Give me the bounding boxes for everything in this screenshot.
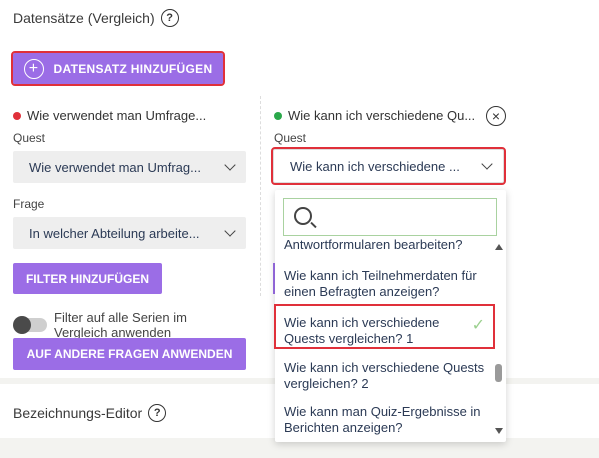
search-icon (294, 207, 312, 225)
apply-other-questions-button[interactable]: AUF ANDERE FRAGEN ANWENDEN (13, 338, 246, 370)
chevron-down-icon (224, 159, 236, 171)
quest-label-right: Quest (274, 131, 307, 145)
column-divider (260, 96, 261, 296)
label-editor-title-text: Bezeichnungs-Editor (13, 405, 143, 421)
label-editor-title: Bezeichnungs-Editor ? (13, 404, 167, 422)
section-title: Datensätze (Vergleich) ? (13, 9, 179, 27)
check-icon: ✓ (471, 317, 485, 334)
apply-filter-toggle[interactable] (13, 316, 47, 334)
series-right-title: Wie kann ich verschiedene Qu... (288, 108, 476, 123)
dropdown-item[interactable]: Wie kann man Quiz-Ergebnisse in Berichte… (284, 404, 489, 436)
apply-filter-toggle-label: Filter auf alle Serien im Vergleich anwe… (54, 310, 187, 340)
quest-select-right[interactable]: Wie kann ich verschiedene ... (271, 147, 506, 185)
add-filter-button[interactable]: FILTER HINZUFÜGEN (13, 263, 162, 294)
dropdown-item[interactable]: Wie kann ich Teilnehmerdaten für einen B… (284, 268, 489, 300)
dropdown-item[interactable]: Antwortformularen bearbeiten? (284, 237, 489, 253)
quest-select-left-value: Wie verwendet man Umfrag... (29, 159, 201, 175)
scroll-up-icon[interactable] (495, 244, 503, 250)
help-icon[interactable]: ? (160, 9, 179, 27)
quest-label-left: Quest (13, 131, 46, 145)
add-dataset-button[interactable]: + DATENSATZ HINZUFÜGEN (11, 51, 225, 86)
series-left-header: Wie verwendet man Umfrage... (13, 108, 206, 123)
plus-circle-icon: + (23, 58, 44, 79)
series-right-header: Wie kann ich verschiedene Qu... (274, 108, 475, 123)
chevron-down-icon (481, 158, 493, 170)
chevron-down-icon (224, 225, 236, 237)
dropdown-scrollbar[interactable] (495, 240, 503, 436)
question-select[interactable]: In welcher Abteilung arbeite... (13, 217, 246, 249)
add-dataset-label: DATENSATZ HINZUFÜGEN (53, 61, 213, 76)
series-right-color-dot (274, 111, 282, 120)
toggle-knob (13, 316, 31, 334)
scroll-down-icon[interactable] (495, 428, 503, 434)
question-select-value: In welcher Abteilung arbeite... (29, 225, 200, 241)
dropdown-item-text: Wie kann ich Teilnehmerdaten für einen B… (284, 268, 477, 299)
question-label: Frage (13, 197, 45, 211)
dropdown-item[interactable]: Wie kann ich verschiedene Quests verglei… (284, 360, 489, 392)
scrollbar-thumb[interactable] (495, 364, 502, 382)
section-title-text: Datensätze (Vergleich) (13, 10, 155, 26)
series-left-title: Wie verwendet man Umfrage... (27, 108, 207, 123)
dropdown-item-text: Wie kann man Quiz-Ergebnisse in Berichte… (284, 404, 481, 435)
quest-dropdown: Antwortformularen bearbeiten? Wie kann i… (274, 190, 506, 442)
help-icon[interactable]: ? (148, 404, 167, 422)
dropdown-item-selected[interactable]: Wie kann ich verschiedene Quests verglei… (274, 304, 495, 349)
dropdown-item-text: Wie kann ich verschiedene Quests verglei… (284, 360, 485, 391)
close-series-button[interactable]: × (486, 106, 506, 126)
dropdown-item-text: Wie kann ich verschiedene Quests verglei… (284, 315, 440, 346)
quest-select-right-value: Wie kann ich verschiedene ... (290, 158, 460, 174)
series-left-color-dot (13, 111, 21, 120)
dropdown-search-input[interactable] (283, 198, 497, 236)
quest-select-left[interactable]: Wie verwendet man Umfrag... (13, 151, 246, 183)
dropdown-item-text: Antwortformularen bearbeiten? (284, 237, 463, 252)
